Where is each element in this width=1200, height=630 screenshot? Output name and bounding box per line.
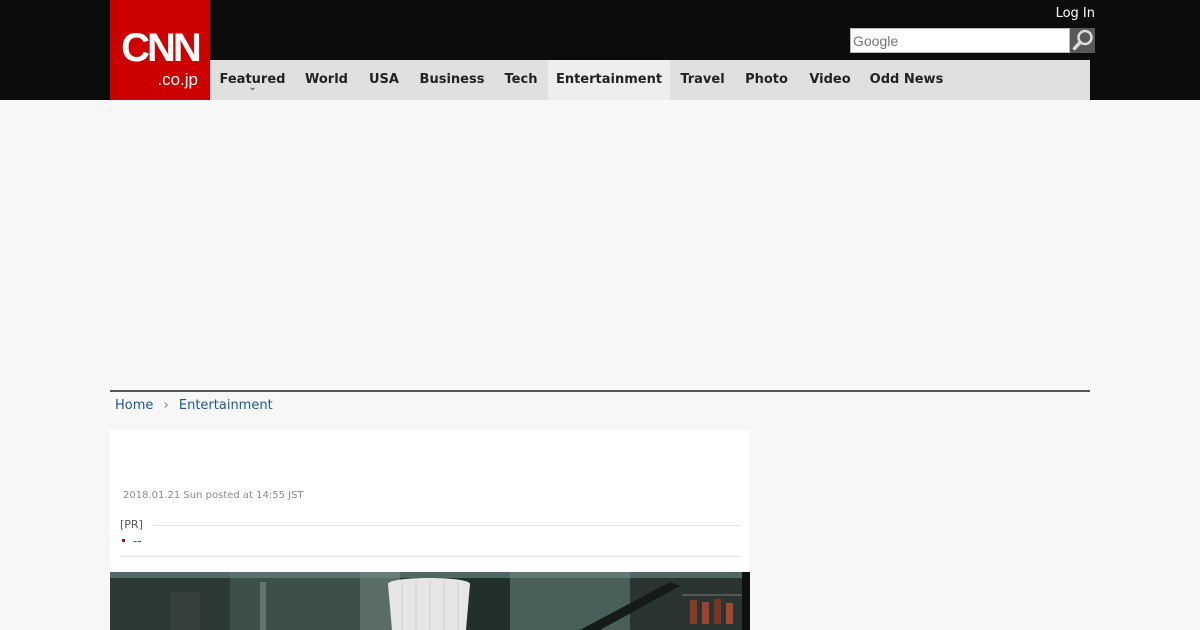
nav-tech[interactable]: Tech (494, 60, 548, 100)
chevron-right-icon: › (163, 398, 169, 413)
nav-label: USA (369, 72, 399, 87)
pr-link-text: -- (133, 534, 142, 548)
breadcrumb: Home › Entertainment (115, 397, 273, 415)
nav-label: Entertainment (555, 72, 663, 87)
logo-domain: .co.jp (157, 70, 198, 89)
breadcrumb-home[interactable]: Home (115, 398, 153, 413)
posted-timestamp: 2018.01.21 Sun posted at 14:55 JST (123, 490, 304, 501)
nav-usa[interactable]: USA (358, 60, 410, 100)
section-divider (110, 390, 1090, 392)
nav-label: World (305, 72, 348, 87)
nav-travel[interactable]: Travel (670, 60, 735, 100)
article-photo (110, 572, 750, 630)
pr-bottom-divider (120, 556, 740, 557)
nav-label: Photo (745, 72, 788, 87)
nav-label: Travel (680, 72, 725, 87)
main-nav: Featured ⌄ World USA Business Tech Enter… (210, 60, 1090, 100)
article-card: 2018.01.21 Sun posted at 14:55 JST [PR] … (110, 430, 750, 630)
site-header: CNN .co.jp Log In Featured ⌄ World USA B… (0, 0, 1200, 100)
nav-label: Odd News (869, 72, 944, 87)
pr-divider (120, 525, 740, 526)
nav-label: Tech (504, 72, 538, 87)
search-input[interactable] (850, 28, 1070, 53)
search-icon (1072, 29, 1093, 51)
bullet-icon (122, 539, 125, 542)
nav-photo[interactable]: Photo (735, 60, 798, 100)
login-link[interactable]: Log In (1056, 6, 1095, 22)
pr-link[interactable]: -- (122, 534, 142, 549)
logo-wordmark: CNN (121, 26, 202, 70)
nav-video[interactable]: Video (798, 60, 862, 100)
nav-world[interactable]: World (295, 60, 358, 100)
nav-featured[interactable]: Featured ⌄ (210, 60, 295, 100)
search-button[interactable] (1070, 28, 1095, 53)
chevron-down-icon: ⌄ (248, 82, 257, 93)
pr-label: [PR] (120, 518, 153, 532)
nav-business[interactable]: Business (410, 60, 494, 100)
nav-odd-news[interactable]: Odd News (862, 60, 951, 100)
ad-banner-slot (110, 100, 1090, 390)
cnn-logo[interactable]: CNN .co.jp (110, 0, 210, 100)
pr-header: [PR] (120, 518, 740, 532)
kitchen-photo-image (110, 572, 750, 630)
nav-entertainment[interactable]: Entertainment (548, 60, 670, 100)
nav-label: Business (419, 72, 485, 87)
breadcrumb-current[interactable]: Entertainment (179, 398, 273, 413)
nav-label: Video (809, 72, 851, 87)
